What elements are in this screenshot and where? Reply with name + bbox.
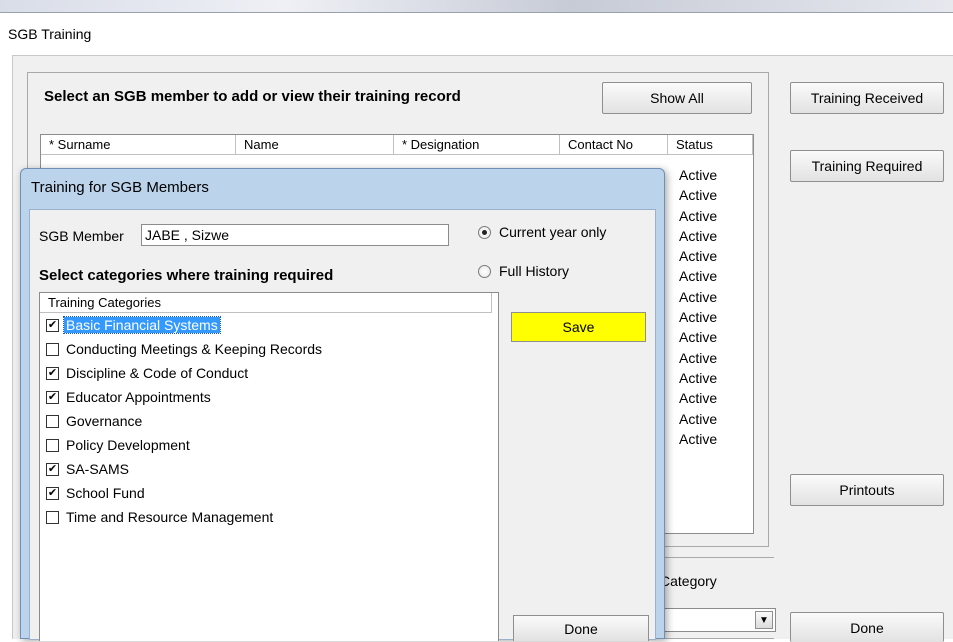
column-contact-no[interactable]: Contact No — [560, 135, 668, 155]
category-item[interactable]: ✔ Discipline & Code of Conduct — [40, 361, 498, 385]
status-column-values: Active Active Active Active Active Activ… — [679, 165, 749, 449]
category-label: Basic Financial Systems — [63, 316, 221, 334]
column-status[interactable]: Status — [668, 135, 753, 155]
category-item[interactable]: ✔ Basic Financial Systems — [40, 313, 498, 337]
chevron-down-icon[interactable]: ▼ — [755, 611, 773, 629]
status-cell: Active — [679, 187, 718, 204]
category-label: Time and Resource Management — [66, 509, 274, 525]
category-label: Educator Appointments — [66, 389, 211, 405]
dialog-client: SGB Member JABE , Sizwe Current year onl… — [29, 209, 656, 641]
category-item[interactable]: Conducting Meetings & Keeping Records — [40, 337, 498, 361]
category-label: Category — [660, 573, 717, 589]
outer-done-button[interactable]: Done — [790, 612, 944, 642]
radio-full-history-label: Full History — [499, 263, 570, 279]
radio-full-history[interactable]: Full History — [478, 263, 569, 279]
training-dialog: Training for SGB Members SGB Member JABE… — [20, 168, 665, 641]
checkbox-checked-icon[interactable]: ✔ — [46, 390, 59, 404]
sgb-member-label: SGB Member — [39, 228, 124, 244]
training-categories-header[interactable]: Training Categories — [40, 293, 492, 313]
status-cell: Active — [679, 349, 718, 366]
training-categories-list[interactable]: Training Categories ✔ Basic Financial Sys… — [39, 292, 499, 641]
category-item[interactable]: Governance — [40, 409, 498, 433]
checkbox-unchecked-icon[interactable] — [46, 414, 59, 428]
column-designation[interactable]: * Designation — [394, 135, 560, 155]
status-cell: Active — [679, 268, 718, 285]
category-item[interactable]: Time and Resource Management — [40, 505, 498, 529]
dialog-title: Training for SGB Members — [31, 179, 209, 196]
status-cell: Active — [679, 390, 718, 407]
radio-current-year-label: Current year only — [499, 224, 607, 240]
checkbox-checked-icon[interactable]: ✔ — [46, 366, 59, 380]
checkbox-checked-icon[interactable]: ✔ — [46, 318, 59, 332]
member-list-heading: Select an SGB member to add or view thei… — [44, 88, 461, 105]
status-cell: Active — [679, 430, 718, 447]
category-label: Discipline & Code of Conduct — [66, 365, 249, 381]
checkbox-unchecked-icon[interactable] — [46, 342, 59, 356]
checkbox-checked-icon[interactable]: ✔ — [46, 462, 59, 476]
category-item[interactable]: ✔ Educator Appointments — [40, 385, 498, 409]
checkbox-unchecked-icon[interactable] — [46, 510, 59, 524]
column-name[interactable]: Name — [236, 135, 394, 155]
checkbox-unchecked-icon[interactable] — [46, 438, 59, 452]
status-cell: Active — [679, 410, 718, 427]
category-item[interactable]: Policy Development — [40, 433, 498, 457]
category-label: Policy Development — [66, 437, 190, 453]
member-list-header: * Surname Name * Designation Contact No … — [41, 135, 753, 155]
status-cell: Active — [679, 288, 718, 305]
status-cell: Active — [679, 369, 718, 386]
save-button[interactable]: Save — [511, 312, 646, 342]
status-cell: Active — [679, 248, 718, 265]
window-title: SGB Training — [8, 26, 92, 42]
sgb-member-field[interactable]: JABE , Sizwe — [141, 224, 449, 246]
checkbox-checked-icon[interactable]: ✔ — [46, 486, 59, 500]
status-cell: Active — [679, 227, 718, 244]
radio-unselected-icon — [478, 264, 491, 278]
categories-heading: Select categories where training require… — [39, 267, 334, 284]
category-combo[interactable]: ▼ — [660, 608, 776, 632]
status-cell: Active — [679, 329, 718, 346]
category-label: Governance — [66, 413, 143, 429]
category-item[interactable]: ✔ School Fund — [40, 481, 498, 505]
dialog-done-button[interactable]: Done — [513, 615, 649, 641]
status-cell: Active — [679, 309, 718, 326]
radio-selected-icon — [478, 225, 491, 239]
column-surname[interactable]: * Surname — [41, 135, 236, 155]
radio-current-year[interactable]: Current year only — [478, 224, 606, 240]
category-label: Conducting Meetings & Keeping Records — [66, 341, 323, 357]
banner-border — [0, 12, 953, 13]
printouts-button[interactable]: Printouts — [790, 474, 944, 506]
top-banner — [0, 0, 953, 12]
status-cell: Active — [679, 207, 718, 224]
category-label: SA-SAMS — [66, 461, 130, 477]
training-received-button[interactable]: Training Received — [790, 82, 944, 114]
category-label: School Fund — [66, 485, 145, 501]
status-cell: Active — [679, 167, 718, 183]
category-item[interactable]: ✔ SA-SAMS — [40, 457, 498, 481]
category-items: ✔ Basic Financial Systems Conducting Meeti… — [40, 313, 498, 529]
training-required-button[interactable]: Training Required — [790, 150, 944, 182]
show-all-button[interactable]: Show All — [602, 82, 752, 114]
